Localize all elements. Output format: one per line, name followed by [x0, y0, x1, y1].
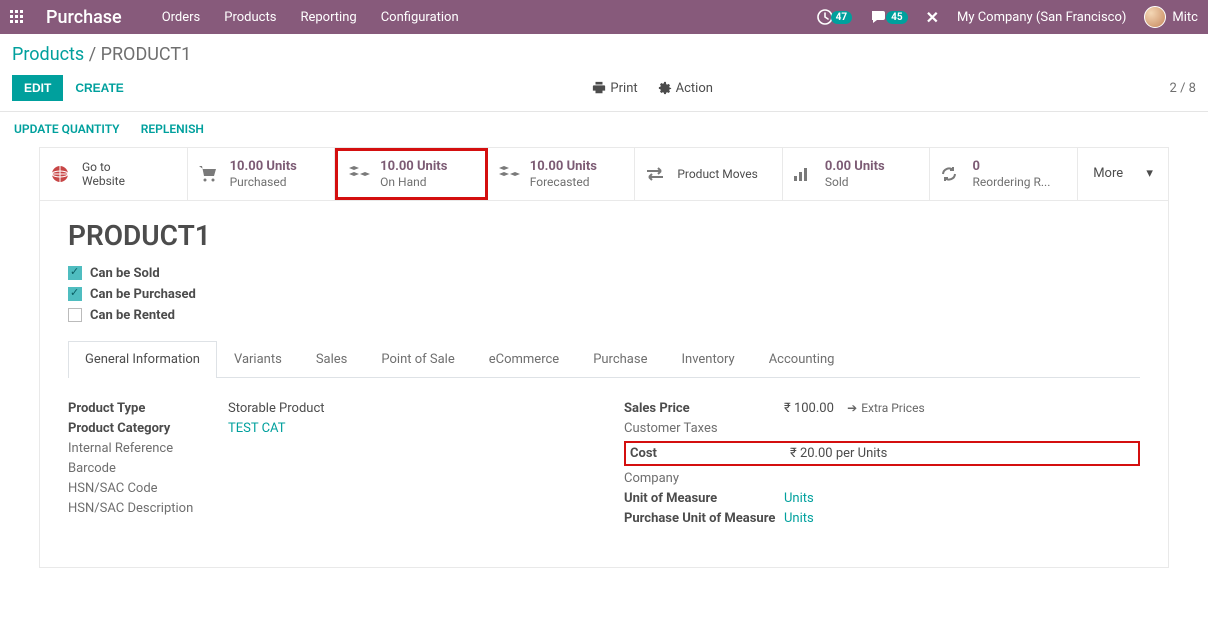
- company-selector[interactable]: My Company (San Francisco): [957, 10, 1126, 25]
- puom-value[interactable]: Units: [784, 511, 1140, 526]
- caret-down-icon: ▾: [1146, 166, 1153, 181]
- tab-ecommerce[interactable]: eCommerce: [472, 341, 576, 377]
- extra-prices-label: Extra Prices: [861, 401, 924, 415]
- create-button[interactable]: CREATE: [63, 75, 135, 101]
- product-category-label: Product Category: [68, 421, 228, 436]
- hsn-code-label: HSN/SAC Code: [68, 481, 228, 496]
- menu-orders[interactable]: Orders: [162, 10, 201, 25]
- product-category-value[interactable]: TEST CAT: [228, 421, 584, 436]
- can-be-sold-label: Can be Sold: [90, 266, 160, 281]
- main-menu: Orders Products Reporting Configuration: [162, 10, 459, 25]
- sales-price-label: Sales Price: [624, 401, 784, 416]
- cost-value: ₹ 20.00 per Units: [790, 446, 1134, 461]
- sales-price-value-wrap: ₹ 100.00 ➔ Extra Prices: [784, 401, 1140, 416]
- refresh-icon: [940, 165, 962, 183]
- menu-reporting[interactable]: Reporting: [300, 10, 356, 25]
- sales-price-value: ₹ 100.00: [784, 401, 834, 416]
- replenish-button[interactable]: REPLENISH: [141, 122, 204, 136]
- company-label-field: Company: [624, 471, 784, 486]
- puom-label: Purchase Unit of Measure: [624, 511, 784, 526]
- right-col: Sales Price ₹ 100.00 ➔ Extra Prices Cust…: [624, 396, 1140, 531]
- internal-ref-label: Internal Reference: [68, 441, 228, 456]
- cost-label: Cost: [630, 446, 790, 461]
- tab-inventory[interactable]: Inventory: [664, 341, 751, 377]
- uom-value[interactable]: Units: [784, 491, 1140, 506]
- more-label: More: [1093, 166, 1123, 181]
- can-be-rented-row: Can be Rented: [68, 308, 1140, 323]
- notebook-tabs: General Information Variants Sales Point…: [68, 341, 1140, 378]
- sold-button[interactable]: 0.00 UnitsSold: [783, 148, 931, 200]
- app-brand[interactable]: Purchase: [46, 7, 122, 28]
- cart-icon: [198, 164, 220, 184]
- activities-count: 47: [831, 11, 852, 24]
- can-be-rented-checkbox[interactable]: [68, 308, 82, 322]
- globe-icon: [50, 164, 72, 184]
- can-be-purchased-checkbox[interactable]: [68, 287, 82, 301]
- menu-configuration[interactable]: Configuration: [381, 10, 459, 25]
- can-be-rented-label: Can be Rented: [90, 308, 175, 323]
- pager[interactable]: 2 / 8: [1170, 81, 1196, 96]
- smart-buttons: Go toWebsite 10.00 UnitsPurchased 10.00 …: [40, 148, 1168, 201]
- on-hand-button[interactable]: 10.00 UnitsOn Hand: [335, 148, 488, 200]
- customer-taxes-label: Customer Taxes: [624, 421, 784, 436]
- forecasted-button[interactable]: 10.00 UnitsForecasted: [488, 148, 636, 200]
- sub-actions: UPDATE QUANTITY REPLENISH: [0, 112, 1208, 147]
- tab-sales[interactable]: Sales: [299, 341, 365, 377]
- user-menu[interactable]: Mitc: [1144, 6, 1198, 28]
- breadcrumb: Products / PRODUCT1: [0, 34, 1208, 71]
- transfer-icon: [645, 166, 667, 182]
- print-button[interactable]: Print: [592, 81, 637, 96]
- print-icon: [592, 81, 606, 95]
- tab-purchase[interactable]: Purchase: [576, 341, 664, 377]
- menu-products[interactable]: Products: [224, 10, 276, 25]
- company-label: My Company (San Francisco): [957, 10, 1126, 25]
- product-name: PRODUCT1: [68, 219, 1140, 252]
- can-be-sold-row: Can be Sold: [68, 266, 1140, 281]
- breadcrumb-parent[interactable]: Products: [12, 44, 84, 65]
- tab-accounting[interactable]: Accounting: [752, 341, 852, 377]
- messages-count: 45: [886, 11, 907, 24]
- purchased-button[interactable]: 10.00 UnitsPurchased: [188, 148, 336, 200]
- product-type-label: Product Type: [68, 401, 228, 416]
- extra-prices-button[interactable]: ➔ Extra Prices: [847, 401, 925, 415]
- action-label: Action: [676, 81, 713, 96]
- cubes-icon: [348, 164, 370, 184]
- print-label: Print: [610, 81, 637, 96]
- edit-button[interactable]: EDIT: [12, 75, 63, 101]
- bars-icon: [793, 166, 815, 182]
- user-name: Mitc: [1172, 10, 1198, 25]
- can-be-purchased-row: Can be Purchased: [68, 287, 1140, 302]
- activities-button[interactable]: 47: [817, 9, 852, 25]
- avatar: [1144, 6, 1166, 28]
- top-nav: Purchase Orders Products Reporting Confi…: [0, 0, 1208, 34]
- tab-pos[interactable]: Point of Sale: [364, 341, 471, 377]
- control-bar: EDIT CREATE Print Action 2 / 8: [0, 71, 1208, 112]
- messages-button[interactable]: 45: [870, 9, 907, 25]
- apps-icon[interactable]: [10, 10, 34, 24]
- cubes-icon: [498, 164, 520, 184]
- go-to-website-button[interactable]: Go toWebsite: [40, 148, 188, 200]
- general-info-panel: Product TypeStorable Product Product Cat…: [68, 378, 1140, 549]
- tab-variants[interactable]: Variants: [217, 341, 299, 377]
- hsn-desc-label: HSN/SAC Description: [68, 501, 228, 516]
- tab-general-information[interactable]: General Information: [68, 341, 217, 378]
- reordering-rules-button[interactable]: 0Reordering R...: [930, 148, 1078, 200]
- product-moves-button[interactable]: Product Moves: [635, 148, 783, 200]
- uom-label: Unit of Measure: [624, 491, 784, 506]
- breadcrumb-sep: /: [89, 44, 101, 65]
- can-be-sold-checkbox[interactable]: [68, 266, 82, 280]
- barcode-label: Barcode: [68, 461, 228, 476]
- nav-right: 47 45 ✕ My Company (San Francisco) Mitc: [817, 6, 1198, 28]
- breadcrumb-current: PRODUCT1: [101, 44, 192, 65]
- arrow-right-icon: ➔: [847, 401, 857, 415]
- can-be-purchased-label: Can be Purchased: [90, 287, 196, 302]
- gear-icon: [658, 81, 672, 95]
- product-type-value: Storable Product: [228, 401, 584, 416]
- form-sheet: Go toWebsite 10.00 UnitsPurchased 10.00 …: [39, 147, 1169, 568]
- update-quantity-button[interactable]: UPDATE QUANTITY: [14, 122, 120, 136]
- more-smart-button[interactable]: More ▾: [1078, 148, 1168, 200]
- close-icon[interactable]: ✕: [926, 8, 939, 27]
- action-button[interactable]: Action: [658, 81, 713, 96]
- left-col: Product TypeStorable Product Product Cat…: [68, 396, 584, 531]
